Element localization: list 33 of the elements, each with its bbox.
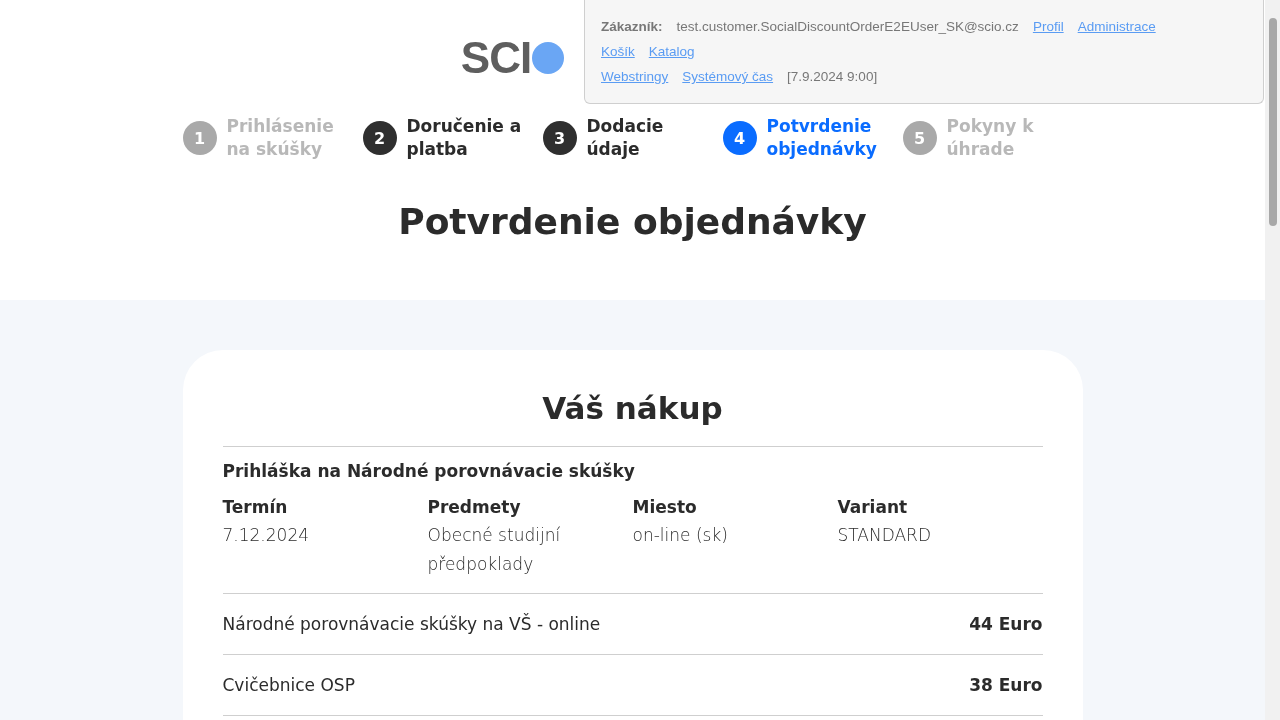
admin-link[interactable]: Systémový čas [682,64,774,89]
item-price: 38 Euro [969,675,1043,695]
card-title: Váš nákup [541,390,724,426]
item-name: Národné porovnávacie skúšky na VŠ - online [222,614,601,634]
admin-link[interactable]: Košík [601,39,635,64]
step-label[interactable]: Doručenie a platba [406,115,529,161]
logo-circle-icon [532,41,565,74]
customer-label: Zákazník: [601,18,663,36]
item-name: Cvičebnice OSP [222,675,355,695]
step-number[interactable]: 4 [722,121,757,155]
step-label[interactable]: Potvrdenie objednávky [766,115,889,161]
step-number[interactable]: 3 [542,121,577,155]
page-title: Potvrdenie objednávky [398,201,867,242]
column-value: Obecné studijní předpoklady [427,524,562,576]
customer-email: test.customer.SocialDiscountOrderE2EUser_SK@scio.cz [676,18,1019,36]
column-heading: Miesto [632,497,698,517]
admin-link[interactable]: Katalog [648,39,695,64]
column-heading: Termín [222,497,289,517]
column-heading: Variant [837,497,909,517]
column-value: 7.12.2024 [222,524,311,547]
logo[interactable]: SCI [460,40,532,75]
column-value: STANDARD [837,524,933,547]
item-price: 44 Euro [969,614,1043,634]
step-number[interactable]: 2 [362,121,397,155]
registration-title: Prihláška na Národné porovnávacie skúšky [222,461,636,481]
system-time: [7.9.2024 9:00] [787,68,878,86]
admin-link[interactable]: Profil [1032,14,1064,39]
admin-link[interactable]: Webstringy [601,64,669,89]
admin-link[interactable]: Administrace [1077,14,1156,39]
step-label[interactable]: Dodacie údaje [586,115,709,161]
column-value: on-line (sk) [632,524,729,547]
column-heading: Predmety [427,497,522,517]
scrollbar[interactable] [1265,0,1280,720]
